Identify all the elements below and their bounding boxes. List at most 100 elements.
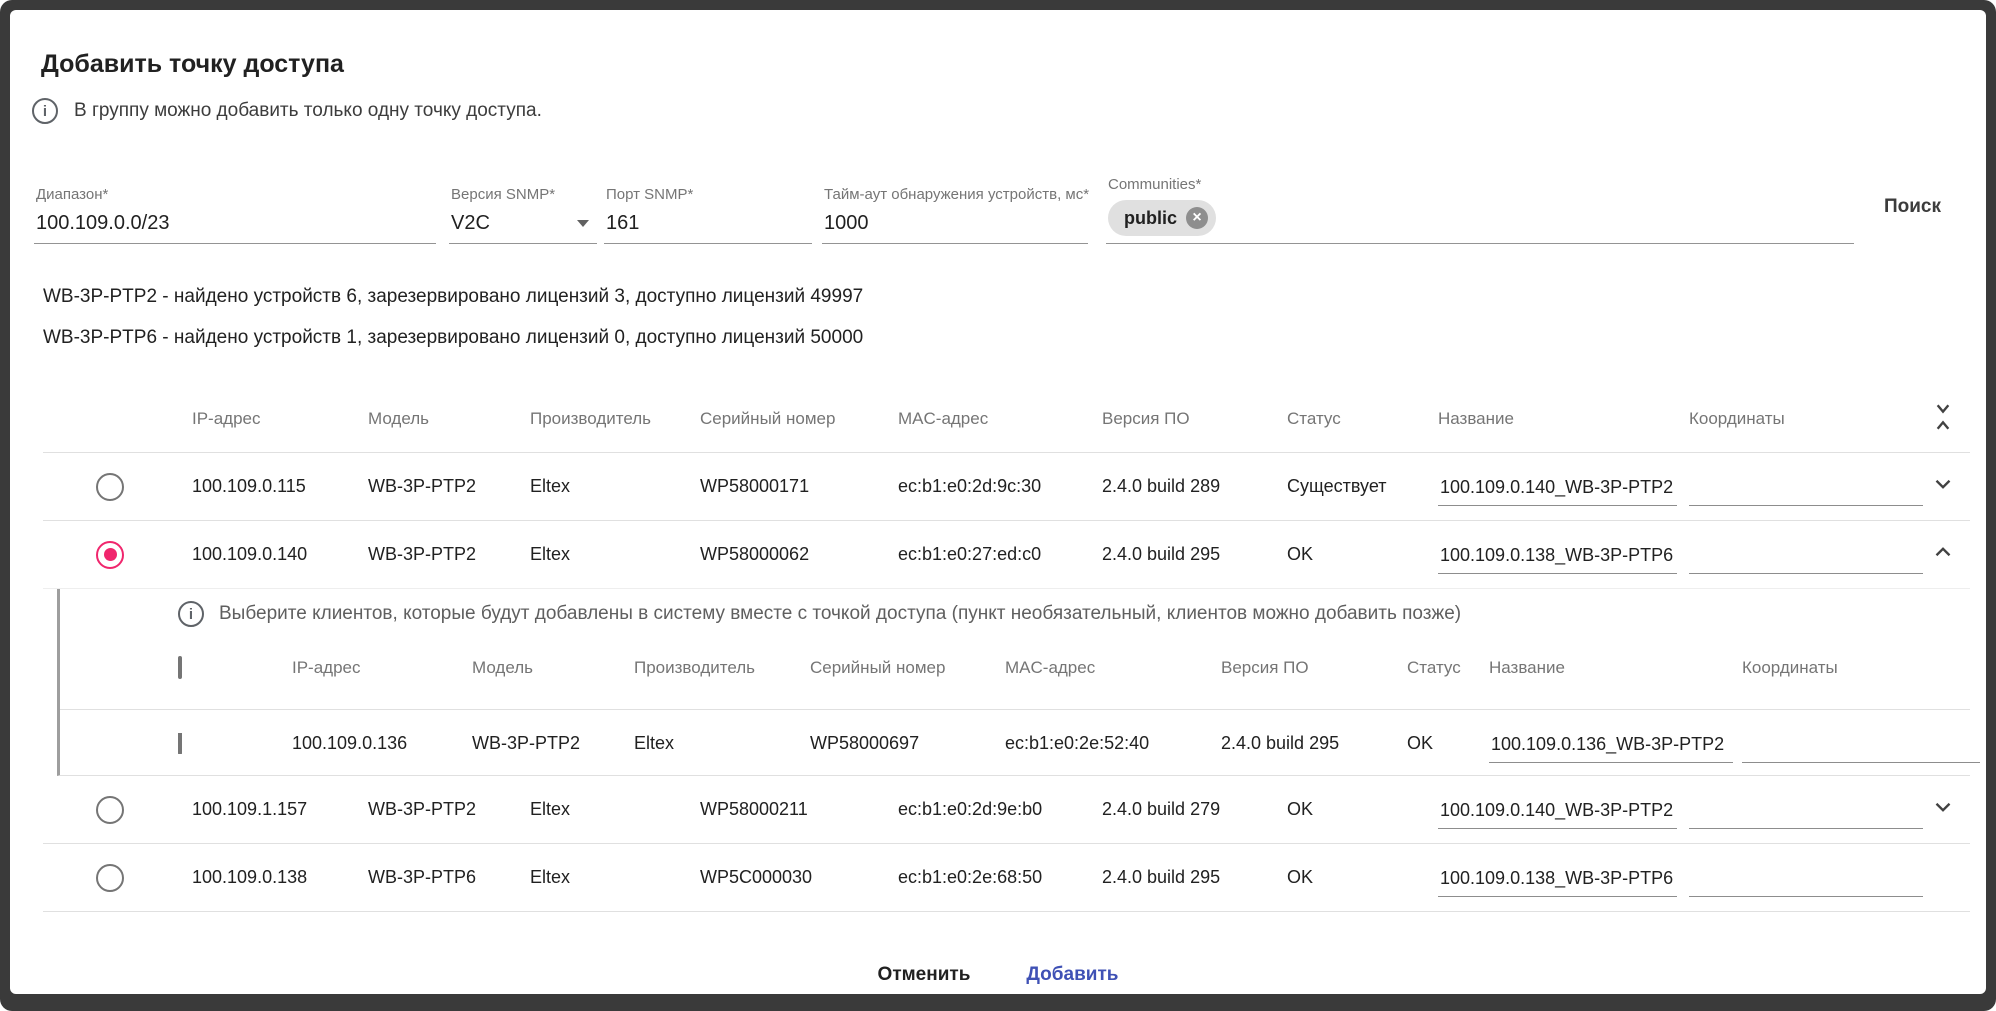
community-chip[interactable]: public [1108, 200, 1216, 236]
header-mac: MAC-адрес [1005, 658, 1221, 678]
snmp-version-label: Версия SNMP* [451, 186, 555, 203]
cell-mac: ec:b1:e0:2d:9e:b0 [898, 799, 1102, 820]
cell-fw: 2.4.0 build 295 [1102, 544, 1287, 565]
cell-fw: 2.4.0 build 295 [1221, 733, 1407, 754]
cell-status: OK [1407, 733, 1489, 754]
dialog-info-row: В группу можно добавить только одну точк… [32, 98, 542, 124]
cell-mac: ec:b1:e0:2e:68:50 [898, 867, 1102, 888]
header-name: Название [1438, 409, 1689, 429]
cell-model: WB-3P-PTP2 [472, 733, 634, 754]
ap-name-input[interactable] [1438, 800, 1677, 829]
dialog-info-text: В группу можно добавить только одну точк… [74, 100, 542, 122]
header-ip: IP-адрес [292, 658, 472, 678]
cell-mac: ec:b1:e0:27:ed:c0 [898, 544, 1102, 565]
cell-serial: WP58000062 [700, 544, 898, 565]
communities-field[interactable]: Communities* public [1106, 170, 1854, 244]
timeout-label: Тайм-аут обнаружения устройств, мс* [824, 186, 1089, 203]
cell-vendor: Eltex [530, 799, 700, 820]
dropdown-caret-icon[interactable] [577, 220, 589, 227]
radio-select-ap[interactable] [96, 796, 124, 824]
cell-model: WB-3P-PTP6 [368, 867, 530, 888]
cell-status: OK [1287, 799, 1438, 820]
info-icon [32, 98, 58, 124]
cell-status: OK [1287, 867, 1438, 888]
summary-line-ptp2: WB-3P-PTP2 - найдено устройств 6, зарезе… [43, 286, 863, 308]
chevron-down-icon[interactable] [1930, 794, 1956, 820]
ap-coords-input[interactable] [1689, 477, 1923, 506]
snmp-port-label: Порт SNMP* [606, 186, 693, 203]
table-row: 100.109.0.115 WB-3P-PTP2 Eltex WP5800017… [43, 453, 1970, 521]
header-name: Название [1489, 658, 1742, 678]
dialog-title: Добавить точку доступа [41, 50, 344, 79]
header-coords: Координаты [1742, 658, 1982, 678]
header-ip: IP-адрес [192, 409, 368, 429]
header-model: Модель [368, 409, 530, 429]
header-model: Модель [472, 658, 634, 678]
client-name-input[interactable] [1489, 734, 1733, 763]
community-chip-text: public [1124, 208, 1177, 229]
chevron-down-icon[interactable] [1930, 471, 1956, 497]
cell-ip: 100.109.0.140 [192, 544, 368, 565]
header-status: Статус [1407, 658, 1489, 678]
cell-serial: WP58000211 [700, 799, 898, 820]
cell-serial: WP5C000030 [700, 867, 898, 888]
timeout-value[interactable]: 1000 [824, 212, 869, 235]
summary-line-ptp6: WB-3P-PTP6 - найдено устройств 1, зарезе… [43, 327, 863, 349]
table-row-selected: 100.109.0.140 WB-3P-PTP2 Eltex WP5800006… [43, 521, 1970, 589]
cell-status: Существует [1287, 476, 1438, 497]
access-points-table: IP-адрес Модель Производитель Серийный н… [43, 386, 1970, 912]
cell-ip: 100.109.1.157 [192, 799, 368, 820]
discovery-form: Диапазон* 100.109.0.0/23 Версия SNMP* V2… [34, 170, 1950, 244]
ap-coords-input[interactable] [1689, 800, 1923, 829]
cell-serial: WP58000697 [810, 733, 1005, 754]
header-serial: Серийный номер [810, 658, 1005, 678]
snmp-port-value[interactable]: 161 [606, 212, 639, 235]
client-checkbox[interactable] [178, 733, 182, 754]
cell-fw: 2.4.0 build 289 [1102, 476, 1287, 497]
client-row: 100.109.0.136 WB-3P-PTP2 Eltex WP5800069… [60, 710, 1970, 776]
info-icon [178, 601, 204, 627]
ap-name-input[interactable] [1438, 545, 1677, 574]
communities-label: Communities* [1108, 176, 1201, 193]
radio-select-ap[interactable] [96, 473, 124, 501]
select-all-clients-checkbox[interactable] [178, 656, 182, 679]
radio-select-ap[interactable] [96, 864, 124, 892]
cell-model: WB-3P-PTP2 [368, 799, 530, 820]
cell-vendor: Eltex [530, 867, 700, 888]
cell-model: WB-3P-PTP2 [368, 476, 530, 497]
table-row: 100.109.0.138 WB-3P-PTP6 Eltex WP5C00003… [43, 844, 1970, 912]
snmp-version-select[interactable]: Версия SNMP* V2C [449, 170, 597, 244]
clients-header-row: IP-адрес Модель Производитель Серийный н… [60, 627, 1970, 710]
cell-ip: 100.109.0.136 [292, 733, 472, 754]
chevron-up-icon[interactable] [1930, 539, 1956, 565]
timeout-field[interactable]: Тайм-аут обнаружения устройств, мс* 1000 [822, 170, 1088, 244]
range-value[interactable]: 100.109.0.0/23 [36, 212, 169, 235]
add-button[interactable]: Добавить [1020, 960, 1124, 990]
cell-fw: 2.4.0 build 295 [1102, 867, 1287, 888]
cell-model: WB-3P-PTP2 [368, 544, 530, 565]
cell-ip: 100.109.0.138 [192, 867, 368, 888]
snmp-port-field[interactable]: Порт SNMP* 161 [604, 170, 812, 244]
dialog-actions: Отменить Добавить [10, 960, 1986, 990]
remove-community-icon[interactable] [1186, 207, 1208, 229]
snmp-version-value[interactable]: V2C [451, 212, 490, 235]
ap-coords-input[interactable] [1689, 545, 1923, 574]
cancel-button[interactable]: Отменить [872, 960, 977, 990]
collapse-all-icon[interactable] [1930, 402, 1970, 437]
range-field[interactable]: Диапазон* 100.109.0.0/23 [34, 170, 436, 244]
cell-mac: ec:b1:e0:2e:52:40 [1005, 733, 1221, 754]
ap-name-input[interactable] [1438, 868, 1677, 897]
range-label: Диапазон* [36, 186, 108, 203]
radio-select-ap-checked[interactable] [96, 541, 124, 569]
cell-mac: ec:b1:e0:2d:9c:30 [898, 476, 1102, 497]
client-coords-input[interactable] [1742, 734, 1980, 763]
header-fw: Версия ПО [1102, 409, 1287, 429]
screen-backdrop: Добавить точку доступа В группу можно до… [0, 0, 1996, 1011]
table-header-row: IP-адрес Модель Производитель Серийный н… [43, 386, 1970, 453]
header-fw: Версия ПО [1221, 658, 1407, 678]
ap-coords-input[interactable] [1689, 868, 1923, 897]
clients-info-text: Выберите клиентов, которые будут добавле… [219, 603, 1461, 625]
search-button[interactable]: Поиск [1884, 196, 1941, 218]
cell-status: OK [1287, 544, 1438, 565]
ap-name-input[interactable] [1438, 477, 1677, 506]
